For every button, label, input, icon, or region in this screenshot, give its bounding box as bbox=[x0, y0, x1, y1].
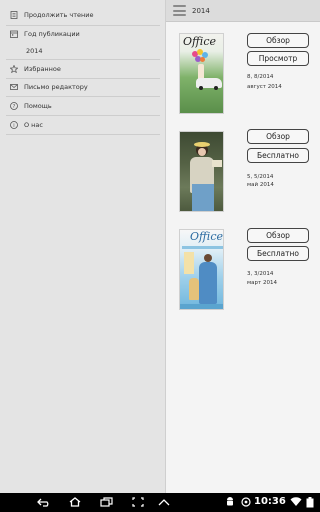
menu-item-label: Продолжить чтение bbox=[24, 11, 94, 19]
menu-item-label: Письмо редактору bbox=[24, 83, 88, 91]
issue-date: май 2014 bbox=[247, 182, 274, 188]
menu-item-label: Помощь bbox=[24, 102, 52, 110]
help-icon: ? bbox=[10, 102, 18, 110]
cover-logo: Office bbox=[183, 35, 216, 48]
menu-item-label: Год публикации bbox=[24, 30, 80, 38]
divider bbox=[6, 134, 160, 135]
free-button[interactable]: Бесплатно bbox=[247, 148, 309, 163]
home-icon[interactable] bbox=[67, 496, 83, 508]
menu-item-label: Избранное bbox=[24, 65, 61, 73]
overview-button[interactable]: Обзор bbox=[247, 129, 309, 144]
magazine-cover[interactable] bbox=[179, 131, 224, 212]
menu-item-label: О нас bbox=[24, 121, 43, 129]
view-button[interactable]: Просмотр bbox=[247, 51, 309, 66]
menu-item-about[interactable]: i О нас bbox=[0, 116, 165, 134]
envelope-icon bbox=[10, 83, 18, 91]
svg-text:?: ? bbox=[13, 104, 16, 110]
year-submenu-item[interactable]: 2014 bbox=[26, 47, 43, 55]
menu-item-favorites[interactable]: Избранное bbox=[0, 60, 165, 78]
cover-logo: Office bbox=[190, 230, 223, 243]
menu-item-continue-reading[interactable]: Продолжить чтение bbox=[0, 6, 165, 24]
system-bar: 10:36 bbox=[0, 493, 320, 512]
battery-icon bbox=[302, 496, 318, 508]
book-icon bbox=[10, 11, 18, 19]
star-icon bbox=[10, 65, 18, 73]
action-bar: 2014 bbox=[166, 0, 320, 22]
issues-panel: 2014 Office Обзор Просмотр 8, 8/2014 авг… bbox=[166, 0, 320, 493]
menu-icon[interactable] bbox=[173, 5, 186, 16]
issue-number: 5, 5/2014 bbox=[247, 174, 274, 180]
clock: 10:36 bbox=[254, 496, 286, 507]
page-title: 2014 bbox=[192, 6, 210, 15]
calendar-icon bbox=[10, 30, 18, 38]
magazine-cover[interactable]: Office bbox=[179, 33, 224, 114]
menu-item-letter-to-editor[interactable]: Письмо редактору bbox=[0, 78, 165, 96]
issue-date: август 2014 bbox=[247, 84, 282, 90]
overview-button[interactable]: Обзор bbox=[247, 33, 309, 48]
recent-apps-icon[interactable] bbox=[99, 496, 115, 508]
magazine-cover[interactable]: Office bbox=[179, 229, 224, 310]
free-button[interactable]: Бесплатно bbox=[247, 246, 309, 261]
issue-date: март 2014 bbox=[247, 280, 277, 286]
issue-number: 3, 3/2014 bbox=[247, 271, 274, 277]
notification-icon bbox=[238, 496, 254, 508]
overview-button[interactable]: Обзор bbox=[247, 228, 309, 243]
chevron-up-icon[interactable] bbox=[156, 496, 172, 508]
menu-item-publication-year[interactable]: Год публикации bbox=[0, 25, 165, 43]
navigation-drawer: Продолжить чтение Год публикации 2014 Из… bbox=[0, 0, 166, 493]
svg-text:i: i bbox=[13, 123, 14, 129]
menu-item-help[interactable]: ? Помощь bbox=[0, 97, 165, 115]
back-icon[interactable] bbox=[36, 496, 52, 508]
screenshot-icon[interactable] bbox=[130, 496, 146, 508]
android-icon bbox=[222, 496, 238, 508]
issue-number: 8, 8/2014 bbox=[247, 74, 274, 80]
info-icon: i bbox=[10, 121, 18, 129]
